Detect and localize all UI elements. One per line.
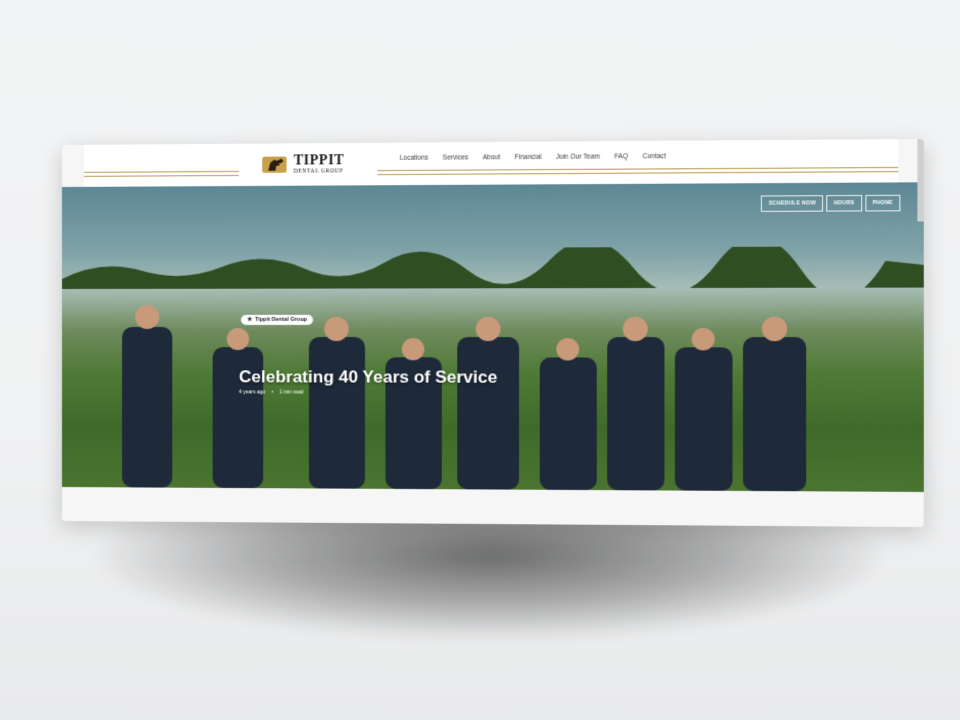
- main-nav: Locations Services About Financial Join …: [400, 153, 666, 162]
- nav-join-our-team[interactable]: Join Our Team: [556, 153, 600, 160]
- nav-financial[interactable]: Financial: [515, 154, 542, 161]
- nav-locations[interactable]: Locations: [400, 155, 429, 162]
- hours-button[interactable]: HOURS: [826, 194, 862, 212]
- nav-services[interactable]: Services: [443, 154, 469, 161]
- header-rule: [83, 170, 239, 173]
- site-logo[interactable]: TIPPIT DENTAL GROUP: [259, 151, 344, 178]
- header-rule: [377, 166, 899, 172]
- nav-faq[interactable]: FAQ: [614, 153, 628, 160]
- phone-button[interactable]: PHONE: [865, 194, 901, 212]
- category-tag-label: Tippit Dental Group: [255, 316, 308, 323]
- header-rule: [377, 171, 899, 176]
- hero-section: SCHEDULE NOW HOURS PHONE ★ Tippit Dental…: [62, 182, 924, 492]
- nav-about[interactable]: About: [483, 154, 501, 161]
- schedule-now-button[interactable]: SCHEDULE NOW: [761, 195, 824, 212]
- read-time: 1 min read: [279, 389, 304, 396]
- logo-title: TIPPIT: [293, 152, 345, 169]
- post-meta: 4 years ago • 1 min read: [239, 389, 303, 395]
- nav-contact[interactable]: Contact: [643, 153, 666, 160]
- scrollbar[interactable]: [917, 138, 924, 222]
- post-date: 4 years ago: [238, 389, 266, 396]
- hero-actions: SCHEDULE NOW HOURS PHONE: [761, 194, 901, 212]
- logo-subtitle: DENTAL GROUP: [293, 168, 344, 175]
- category-tag[interactable]: ★ Tippit Dental Group: [240, 314, 314, 325]
- meta-separator: •: [271, 389, 274, 396]
- star-icon: ★: [247, 316, 253, 323]
- site-header: TIPPIT DENTAL GROUP Locations Services A…: [83, 139, 899, 187]
- header-rule: [83, 174, 239, 177]
- browser-window: TIPPIT DENTAL GROUP Locations Services A…: [62, 138, 924, 528]
- horse-logo-icon: [259, 152, 289, 176]
- page-below-hero: [62, 487, 924, 528]
- hero-title[interactable]: Celebrating 40 Years of Service: [239, 367, 497, 388]
